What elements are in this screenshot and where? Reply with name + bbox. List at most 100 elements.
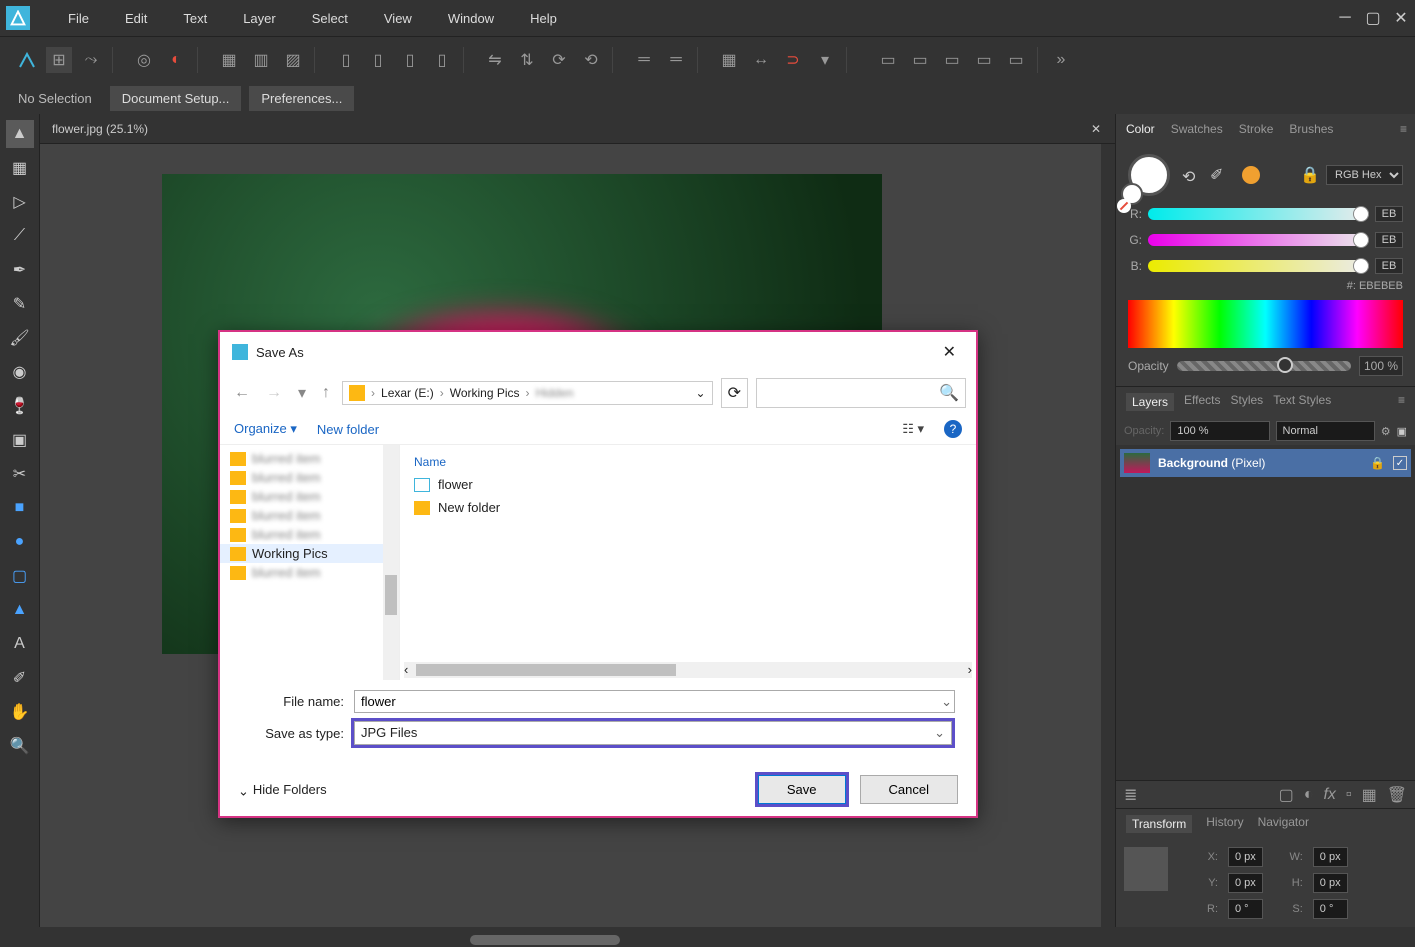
dialog-close-button[interactable]: ✕ xyxy=(935,338,964,366)
tab-layers[interactable]: Layers xyxy=(1126,393,1174,411)
rounded-rect-tool[interactable]: ▢ xyxy=(6,562,34,590)
grid-arrange-icon[interactable]: ⊞ xyxy=(46,47,72,73)
nav-back-button[interactable]: ← xyxy=(230,380,254,406)
x-field[interactable]: 0 px xyxy=(1228,847,1263,867)
menu-view[interactable]: View xyxy=(366,3,430,34)
menu-select[interactable]: Select xyxy=(294,3,366,34)
r-slider[interactable] xyxy=(1148,208,1369,220)
opacity-slider[interactable] xyxy=(1177,361,1351,371)
rotate-ccw-icon[interactable]: ⟲ xyxy=(578,47,604,73)
h-field[interactable]: 0 px xyxy=(1313,873,1348,893)
document-setup-button[interactable]: Document Setup... xyxy=(110,86,242,111)
distribute-1-icon[interactable]: ═ xyxy=(631,47,657,73)
select-all-icon[interactable]: ▦ xyxy=(216,47,242,73)
flip-h-icon[interactable]: ⇋ xyxy=(482,47,508,73)
tab-brushes[interactable]: Brushes xyxy=(1287,118,1335,140)
organize-menu[interactable]: Organize ▾ xyxy=(234,421,297,437)
menu-edit[interactable]: Edit xyxy=(107,3,165,34)
menu-window[interactable]: Window xyxy=(430,3,512,34)
refresh-button[interactable]: ⟳ xyxy=(721,378,748,408)
panel-menu-icon[interactable]: ≡ xyxy=(1400,122,1407,136)
anchor-grid[interactable] xyxy=(1124,847,1168,891)
arrange-2-icon[interactable]: ▭ xyxy=(907,47,933,73)
view-options-button[interactable]: ☷ ▾ xyxy=(902,421,924,437)
swap-colors-icon[interactable]: ⟲ xyxy=(1182,167,1198,183)
layer-lock-icon[interactable]: 🔒 xyxy=(1370,456,1385,470)
persona-logo-icon[interactable] xyxy=(14,47,40,73)
y-field[interactable]: 0 px xyxy=(1228,873,1263,893)
arrange-1-icon[interactable]: ▭ xyxy=(875,47,901,73)
layer-settings-icon[interactable]: ⚙ xyxy=(1381,425,1391,438)
align-4-icon[interactable]: ▯ xyxy=(429,47,455,73)
adjustment-icon[interactable]: ◐ xyxy=(1304,786,1314,804)
tab-text-styles[interactable]: Text Styles xyxy=(1273,393,1331,411)
crop-tool[interactable]: ✂ xyxy=(6,460,34,488)
w-field[interactable]: 0 px xyxy=(1313,847,1348,867)
g-value[interactable]: EB xyxy=(1375,232,1403,248)
color-well[interactable] xyxy=(1128,154,1170,196)
align-1-icon[interactable]: ▯ xyxy=(333,47,359,73)
b-slider[interactable] xyxy=(1148,260,1369,272)
save-button[interactable]: Save xyxy=(758,775,846,804)
hand-tool[interactable]: ✋ xyxy=(6,698,34,726)
node-tool[interactable]: ▷ xyxy=(6,188,34,216)
tab-stroke[interactable]: Stroke xyxy=(1237,118,1276,140)
layer-preview-icon[interactable]: ▣ xyxy=(1397,425,1407,438)
corner-tool[interactable]: ⟋ xyxy=(6,222,34,250)
nav-up-button[interactable]: ↑ xyxy=(318,380,334,406)
lock-icon[interactable]: 🔒 xyxy=(1300,165,1320,185)
menu-text[interactable]: Text xyxy=(165,3,225,34)
document-tab-close-icon[interactable]: ✕ xyxy=(1077,122,1115,136)
toolbar-overflow-icon[interactable]: » xyxy=(1048,47,1074,73)
layer-visibility-checkbox[interactable] xyxy=(1393,456,1407,470)
filename-dropdown-icon[interactable]: ⌄ xyxy=(941,694,952,710)
align-3-icon[interactable]: ▯ xyxy=(397,47,423,73)
arrange-4-icon[interactable]: ▭ xyxy=(971,47,997,73)
menu-layer[interactable]: Layer xyxy=(225,3,294,34)
crumb-dropdown-icon[interactable]: ⌄ xyxy=(696,386,706,400)
eyedropper-icon[interactable]: ✐ xyxy=(1210,165,1230,185)
flip-v-icon[interactable]: ⇅ xyxy=(514,47,540,73)
tab-navigator[interactable]: Navigator xyxy=(1258,815,1309,833)
crumb-drive[interactable]: Lexar (E:) xyxy=(381,386,434,400)
move-tool[interactable]: ▲ xyxy=(6,120,34,148)
canvas-vscroll[interactable] xyxy=(1101,144,1115,927)
text-tool[interactable]: A xyxy=(6,630,34,658)
hide-folders-toggle[interactable]: ⌃Hide Folders xyxy=(238,782,327,798)
file-list[interactable]: Name flower New folder ‹› xyxy=(400,445,976,680)
window-maximize-button[interactable]: ▢ xyxy=(1359,4,1387,32)
document-tab[interactable]: flower.jpg (25.1%) ✕ xyxy=(40,114,1115,144)
snap-axis-icon[interactable]: ↔ xyxy=(748,47,774,73)
filelist-scrollbar[interactable]: ‹› xyxy=(404,662,972,678)
crumb-folder[interactable]: Working Pics xyxy=(450,386,520,400)
ellipse-tool[interactable]: ● xyxy=(6,528,34,556)
opacity-value[interactable]: 100 % xyxy=(1359,356,1403,376)
target-icon[interactable]: ◎ xyxy=(131,47,157,73)
select-grid-icon[interactable]: ▥ xyxy=(248,47,274,73)
pencil-tool[interactable]: ✎ xyxy=(6,290,34,318)
filetype-select[interactable]: JPG Files⌄ xyxy=(354,721,952,745)
hex-value[interactable]: #: EBEBEB xyxy=(1128,280,1403,292)
triangle-tool[interactable]: ▲ xyxy=(6,596,34,624)
tree-scrollbar[interactable] xyxy=(383,445,399,680)
layer-item[interactable]: Background (Pixel) 🔒 xyxy=(1120,449,1411,477)
tree-node-working-pics[interactable]: Working Pics xyxy=(220,544,399,563)
search-input[interactable]: 🔍 xyxy=(756,378,966,408)
tab-styles[interactable]: Styles xyxy=(1231,393,1264,411)
artboard-tool[interactable]: ▦ xyxy=(6,154,34,182)
layers-menu-icon[interactable]: ≡ xyxy=(1398,393,1405,411)
eyedropper-tool[interactable]: ✐ xyxy=(6,664,34,692)
layers-stack-icon[interactable]: ≣ xyxy=(1124,785,1137,805)
rotate-cw-icon[interactable]: ⟳ xyxy=(546,47,572,73)
layer-opacity-select[interactable]: 100 % xyxy=(1170,421,1269,441)
hue-strip[interactable] xyxy=(1128,300,1403,348)
arrange-5-icon[interactable]: ▭ xyxy=(1003,47,1029,73)
file-item[interactable]: flower xyxy=(410,473,966,496)
b-value[interactable]: EB xyxy=(1375,258,1403,274)
tab-swatches[interactable]: Swatches xyxy=(1169,118,1225,140)
canvas-hscroll[interactable] xyxy=(40,933,1115,947)
window-minimize-button[interactable]: ─ xyxy=(1331,4,1359,32)
tab-transform[interactable]: Transform xyxy=(1126,815,1192,833)
transparency-tool[interactable]: 🍷 xyxy=(6,392,34,420)
file-item[interactable]: New folder xyxy=(410,496,966,519)
